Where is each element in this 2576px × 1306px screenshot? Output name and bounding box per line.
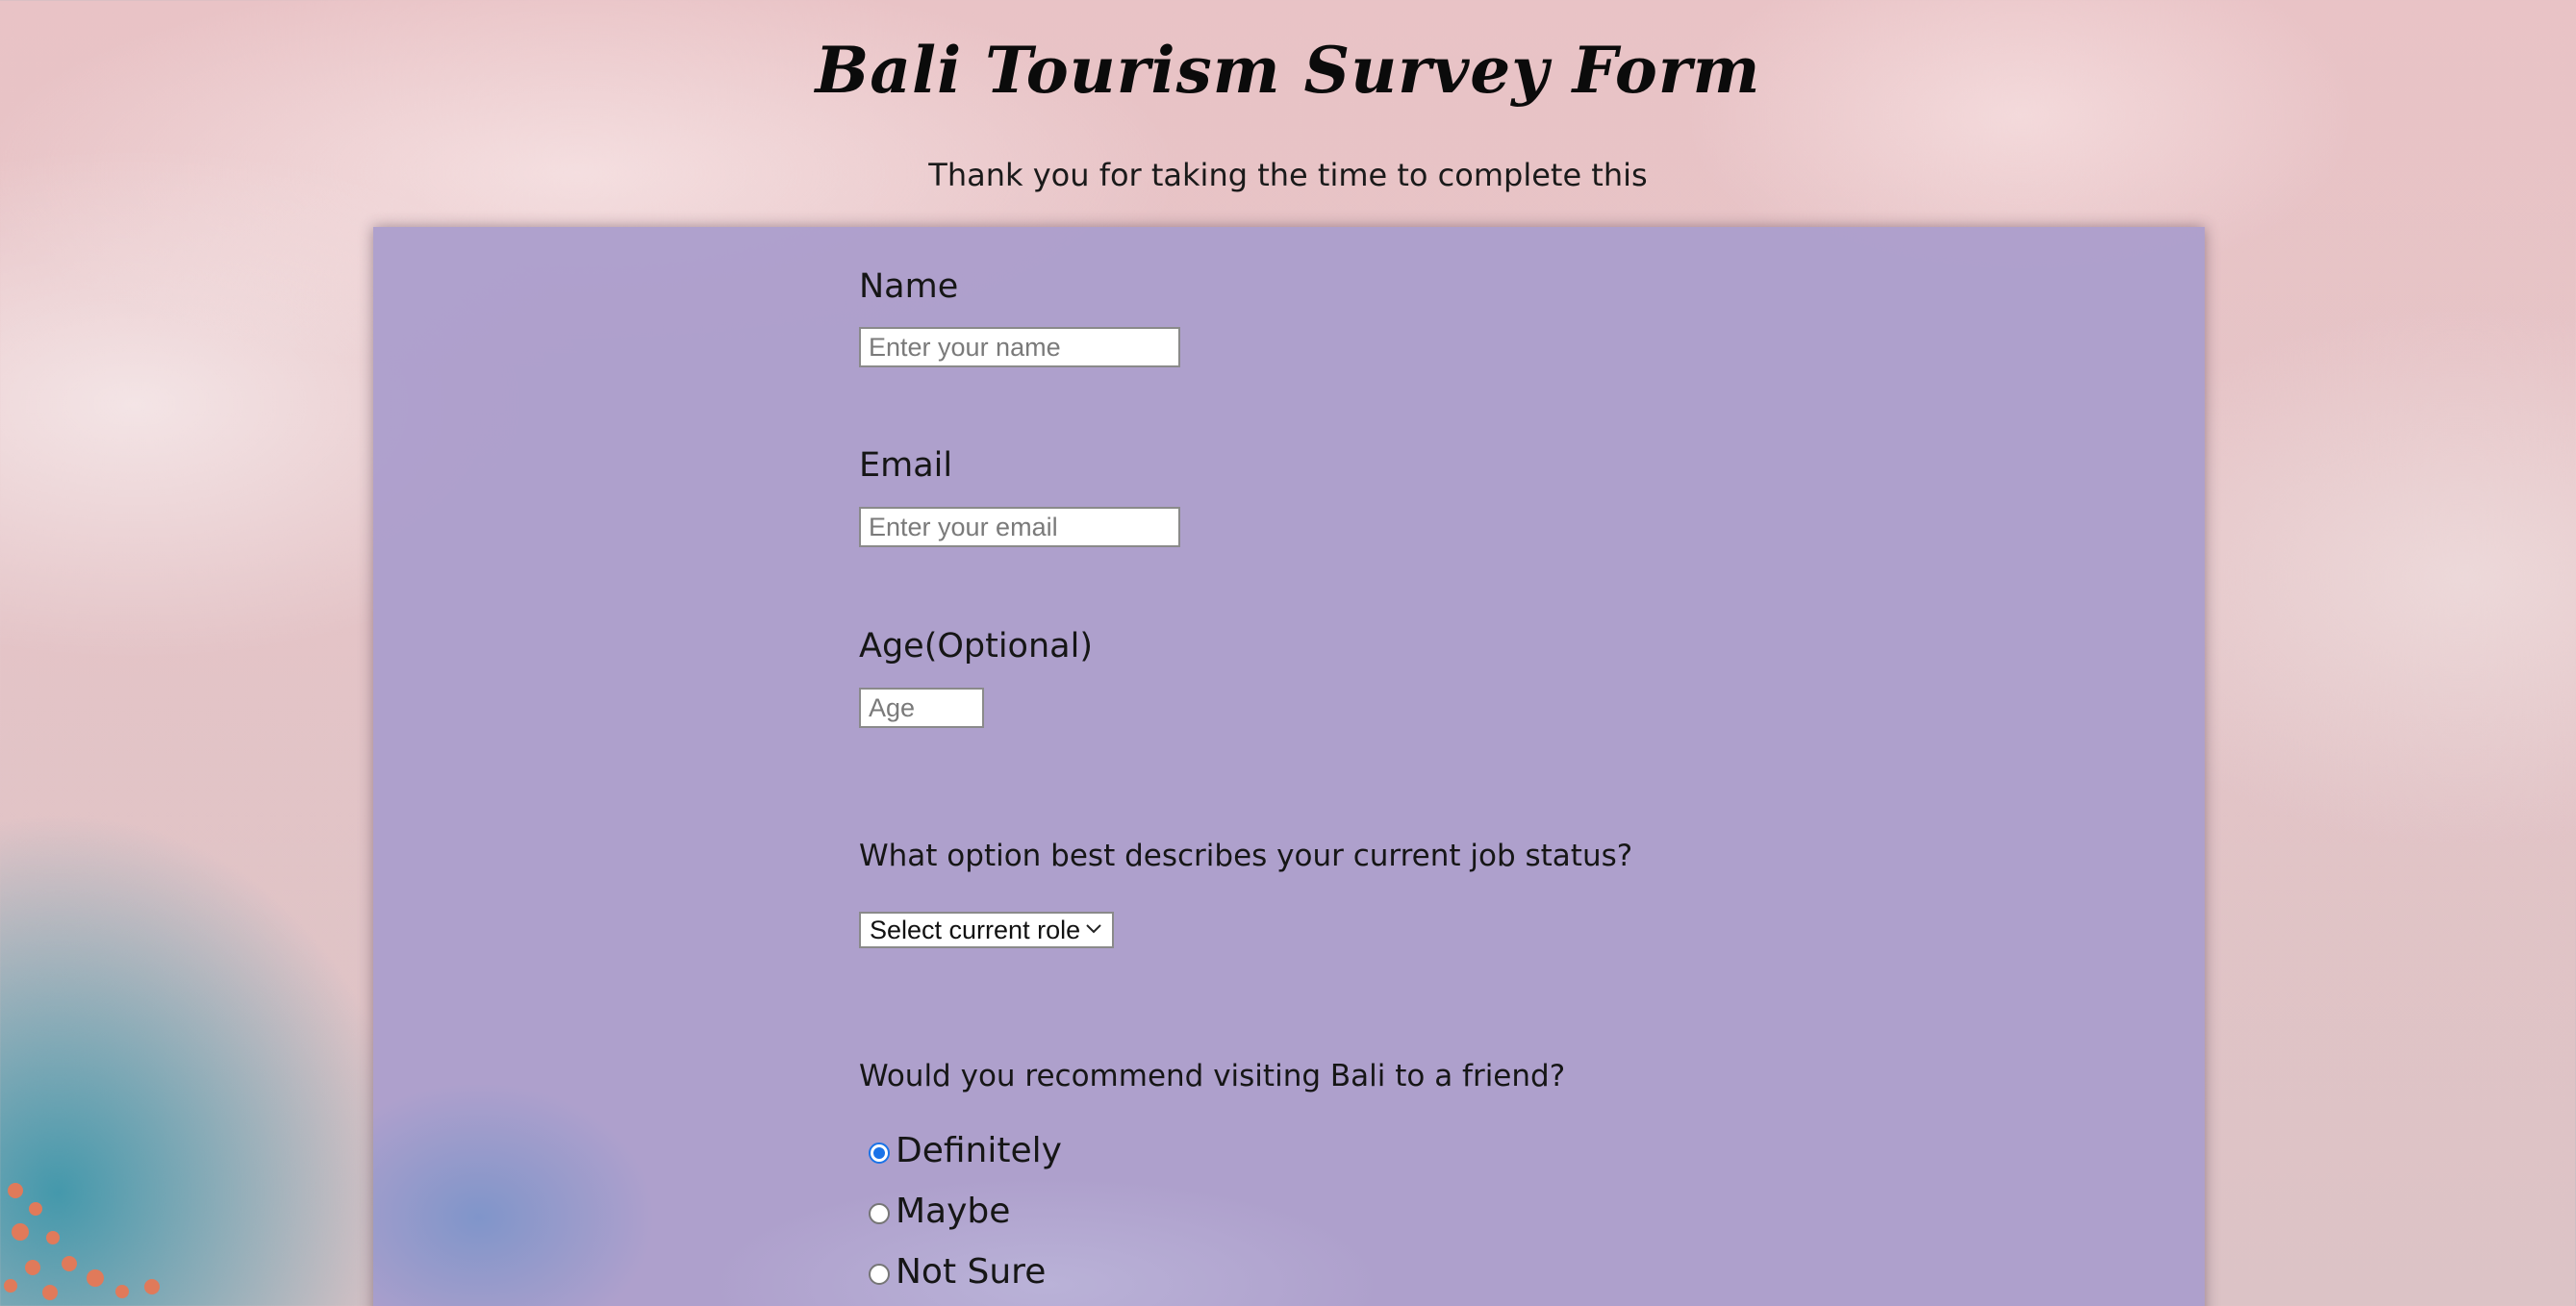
radio-label: Not Sure bbox=[896, 1252, 1047, 1292]
recommend-question: Would you recommend visiting Bali to a f… bbox=[859, 1059, 1566, 1093]
age-label: Age(Optional) bbox=[859, 627, 1093, 666]
radio-button[interactable] bbox=[869, 1264, 890, 1285]
job-status-select[interactable]: Select current role bbox=[859, 912, 1114, 948]
name-input[interactable] bbox=[859, 327, 1180, 367]
page-header: Bali Tourism Survey Form Thank you for t… bbox=[0, 0, 2576, 193]
radio-option-definitely[interactable]: Definitely bbox=[869, 1130, 1062, 1172]
email-label: Email bbox=[859, 446, 953, 485]
radio-option-maybe[interactable]: Maybe bbox=[869, 1191, 1010, 1233]
background-flowers bbox=[0, 1164, 183, 1306]
email-input[interactable] bbox=[859, 507, 1180, 547]
survey-form: Name Email Age(Optional) What option bes… bbox=[373, 227, 2205, 1306]
radio-label: Definitely bbox=[896, 1131, 1062, 1170]
page-description: Thank you for taking the time to complet… bbox=[928, 157, 1648, 193]
page-title: Bali Tourism Survey Form bbox=[815, 33, 1761, 108]
age-input[interactable] bbox=[859, 688, 984, 728]
job-status-selected-value: Select current role bbox=[870, 916, 1081, 944]
job-status-question: What option best describes your current … bbox=[859, 839, 1633, 873]
radio-button[interactable] bbox=[869, 1203, 890, 1224]
chevron-down-icon bbox=[1086, 924, 1101, 934]
radio-label: Maybe bbox=[896, 1192, 1011, 1231]
name-label: Name bbox=[859, 267, 959, 306]
radio-button[interactable] bbox=[869, 1143, 890, 1164]
radio-option-not-sure[interactable]: Not Sure bbox=[869, 1251, 1046, 1293]
